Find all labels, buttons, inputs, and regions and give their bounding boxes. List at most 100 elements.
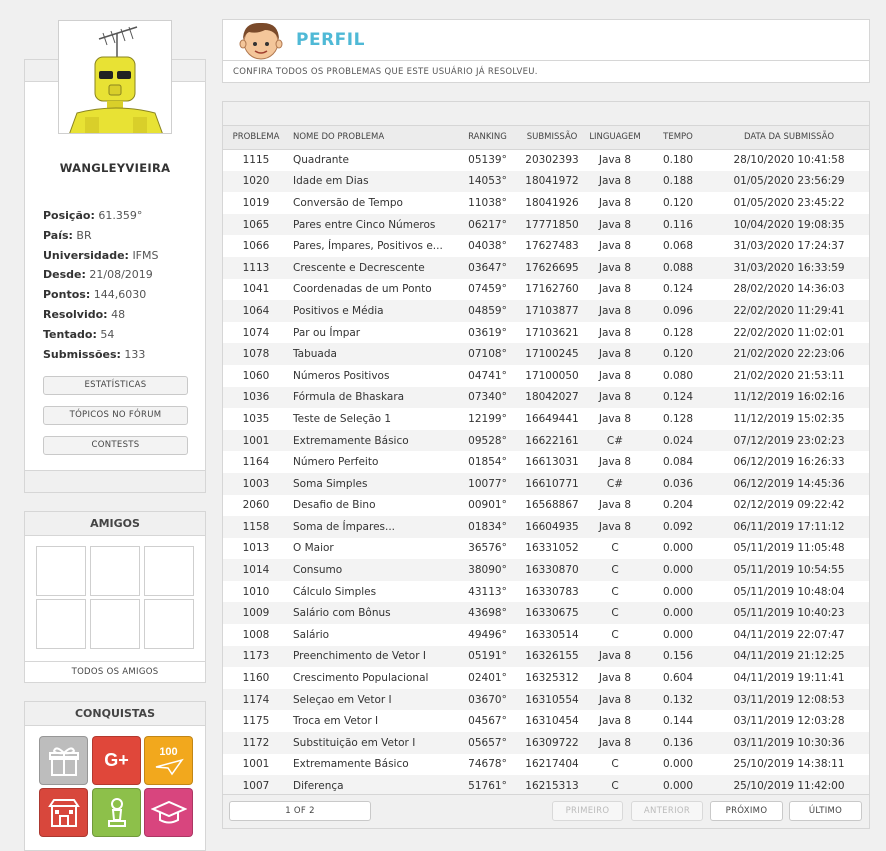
paper-plane-100-icon[interactable]: 100 (144, 736, 193, 785)
problem-id-link[interactable]: 1035 (223, 408, 289, 430)
problem-name-link[interactable]: Salário (289, 624, 454, 646)
gift-icon[interactable] (39, 736, 88, 785)
submission-id-cell: 18042027 (521, 386, 583, 409)
previous-page-button[interactable]: ANTERIOR (631, 801, 703, 821)
problem-name-link[interactable]: Fórmula de Bhaskara (289, 386, 454, 409)
problem-name-link[interactable]: Coordenadas de um Ponto (289, 279, 454, 301)
problem-id-link[interactable]: 1065 (223, 213, 289, 236)
table-row: 1020 Idade em Dias 14053° 18041972 Java 8 0.1… (223, 170, 869, 193)
friend-slot[interactable] (144, 599, 194, 649)
problem-name-link[interactable]: Pares, Ímpares, Positivos e... (289, 235, 454, 257)
problem-name-link[interactable]: Soma de Ímpares... (289, 516, 454, 538)
all-friends-link[interactable]: TODOS OS AMIGOS (25, 661, 205, 682)
problem-id-link[interactable]: 1115 (223, 149, 289, 171)
col-problem[interactable]: PROBLEMA (223, 126, 289, 150)
friend-slot[interactable] (144, 546, 194, 596)
problem-id-link[interactable]: 1158 (223, 516, 289, 538)
problem-id-link[interactable]: 1019 (223, 192, 289, 214)
col-time[interactable]: TEMPO (647, 126, 709, 150)
problem-name-link[interactable]: Par ou Ímpar (289, 322, 454, 344)
friend-slot[interactable] (90, 546, 140, 596)
table-row: 2060 Desafio de Bino 00901° 16568867 Java 8 0… (223, 495, 869, 517)
problem-id-link[interactable]: 1174 (223, 688, 289, 711)
first-page-button[interactable]: PRIMEIRO (552, 801, 623, 821)
problem-id-link[interactable]: 1001 (223, 754, 289, 776)
graduation-cap-icon[interactable] (144, 788, 193, 837)
last-page-button[interactable]: ÚLTIMO (789, 801, 862, 821)
problem-name-link[interactable]: Salário com Bônus (289, 602, 454, 625)
problem-name-link[interactable]: Idade em Dias (289, 170, 454, 193)
problem-id-link[interactable]: 2060 (223, 495, 289, 517)
google-plus-icon[interactable]: G+ (92, 736, 141, 785)
problem-id-link[interactable]: 1160 (223, 667, 289, 689)
next-page-button[interactable]: PRÓXIMO (710, 801, 783, 821)
submission-id-cell: 16217404 (525, 758, 579, 771)
problem-name-link[interactable]: Número Perfeito (289, 451, 454, 473)
problem-name-link[interactable]: Positivos e Média (289, 300, 454, 322)
col-submission[interactable]: SUBMISSÃO (521, 126, 583, 150)
problem-id-link[interactable]: 1014 (223, 559, 289, 581)
forum-topics-button[interactable]: TÓPICOS NO FÓRUM (43, 406, 188, 425)
col-problem-name[interactable]: NOME DO PROBLEMA (289, 126, 454, 150)
problem-id-link[interactable]: 1175 (223, 710, 289, 732)
problem-id-link[interactable]: 1003 (223, 472, 289, 495)
problem-id-link[interactable]: 1036 (223, 386, 289, 409)
problem-id-link[interactable]: 1008 (223, 624, 289, 646)
problem-id-link[interactable]: 1041 (223, 279, 289, 301)
problem-name-link[interactable]: Pares entre Cinco Números (289, 213, 454, 236)
date-cell: 03/11/2019 10:30:36 (709, 732, 869, 754)
problem-name-link[interactable]: Extremamente Básico (289, 429, 454, 452)
problem-name-link[interactable]: Soma Simples (289, 472, 454, 495)
building-icon[interactable] (39, 788, 88, 837)
problem-id-link[interactable]: 1078 (223, 343, 289, 365)
problem-name-link[interactable]: Substituição em Vetor I (289, 732, 454, 754)
contests-button[interactable]: CONTESTS (43, 436, 188, 455)
profile-panel-footer (25, 470, 205, 492)
problem-id-link[interactable]: 1013 (223, 538, 289, 560)
problem-id-link[interactable]: 1064 (223, 300, 289, 322)
problem-name-link[interactable]: Desafio de Bino (289, 495, 454, 517)
ranking-cell: 07108° (454, 343, 521, 365)
problem-id-link[interactable]: 1020 (223, 170, 289, 193)
language-cell: Java 8 (583, 300, 647, 322)
problem-name-link[interactable]: Preenchimento de Vetor I (289, 645, 454, 668)
problem-id-link[interactable]: 1066 (223, 235, 289, 257)
submissions-table: PROBLEMA NOME DO PROBLEMA RANKING SUBMIS… (223, 126, 869, 797)
problem-id-link[interactable]: 1001 (223, 429, 289, 452)
problem-name-link[interactable]: Crescimento Populacional (289, 667, 454, 689)
problem-name-link[interactable]: Quadrante (289, 149, 454, 171)
problem-id-link[interactable]: 1172 (223, 732, 289, 754)
problem-id-link[interactable]: 1173 (223, 645, 289, 668)
problem-id-link[interactable]: 1074 (223, 322, 289, 344)
problem-name-link[interactable]: Troca em Vetor I (289, 710, 454, 732)
problem-name-link[interactable]: Crescente e Decrescente (289, 256, 454, 279)
problem-id-link[interactable]: 1009 (223, 602, 289, 625)
statistics-button[interactable]: ESTATÍSTICAS (43, 376, 188, 395)
problem-id-link[interactable]: 1060 (223, 365, 289, 387)
chess-pawn-icon[interactable] (92, 788, 141, 837)
problem-name-link[interactable]: Consumo (289, 559, 454, 581)
problem-name-link[interactable]: Extremamente Básico (289, 754, 454, 776)
friend-slot[interactable] (36, 599, 86, 649)
problem-name-link[interactable]: Cálculo Simples (289, 581, 454, 603)
problem-name-link[interactable]: Números Positivos (289, 365, 454, 387)
table-row: 1019 Conversão de Tempo 11038° 18041926 Java… (223, 192, 869, 214)
col-ranking[interactable]: RANKING (454, 126, 521, 150)
date-cell: 03/11/2019 12:03:28 (733, 715, 845, 728)
table-row: 1064 Positivos e Média 04859° 17103877 Java … (223, 300, 869, 322)
problem-id-link[interactable]: 1010 (223, 581, 289, 603)
table-row: 1003 Soma Simples 10077° 16610771 C# 0.036 06/… (223, 472, 869, 495)
col-date[interactable]: DATA DA SUBMISSÃO (709, 126, 869, 150)
problem-id-link[interactable]: 1113 (223, 256, 289, 279)
table-row: 1158 Soma de Ímpares... 01834° 16604935 Java… (223, 516, 869, 538)
problem-name-link[interactable]: Conversão de Tempo (289, 192, 454, 214)
problem-name-link[interactable]: Tabuada (289, 343, 454, 365)
problem-name-link[interactable]: Teste de Seleção 1 (289, 408, 454, 430)
friend-slot[interactable] (36, 546, 86, 596)
problem-name-link[interactable]: Seleçao em Vetor I (289, 688, 454, 711)
col-language[interactable]: LINGUAGEM (583, 126, 647, 150)
problem-id-link[interactable]: 1164 (223, 451, 289, 473)
problem-name-link[interactable]: O Maior (289, 538, 454, 560)
table-row: 1175 Troca em Vetor I 04567° 16310454 Java 8… (223, 710, 869, 732)
friend-slot[interactable] (90, 599, 140, 649)
